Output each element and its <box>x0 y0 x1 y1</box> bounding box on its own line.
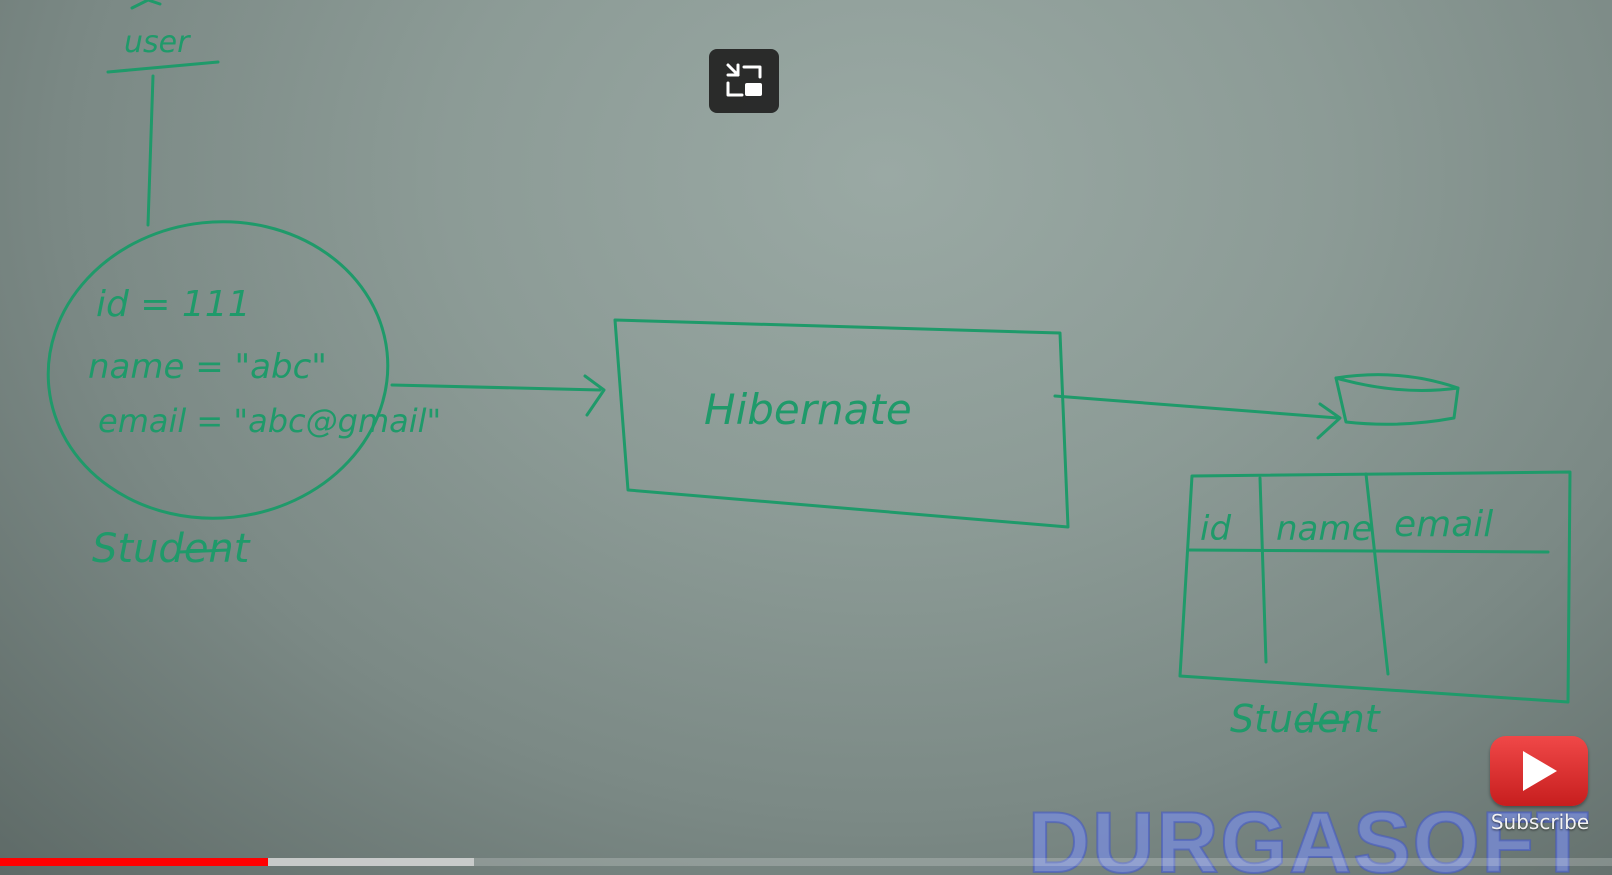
table-col-name: name <box>1276 509 1372 549</box>
video-player[interactable]: user id = 111 name = "abc" email = "abc@… <box>0 0 1612 875</box>
object-field-name: name = "abc" <box>88 347 327 387</box>
user-arrow-tip <box>130 0 162 10</box>
table-header-line <box>1186 548 1550 554</box>
exit-fullscreen-icon <box>726 63 762 97</box>
arrow-hibernate-to-db <box>1053 394 1340 420</box>
exit-fullscreen-button[interactable] <box>709 49 779 113</box>
subscribe-label: Subscribe <box>1490 810 1590 834</box>
object-caption: Student <box>92 526 251 572</box>
arrow-object-to-hibernate <box>390 383 602 392</box>
table-caption: Student <box>1230 697 1382 741</box>
middleware-label: Hibernate <box>704 385 912 434</box>
arrow-head-1 <box>583 374 606 417</box>
play-icon <box>1523 751 1557 791</box>
object-field-id: id = 111 <box>96 284 251 325</box>
subscribe-button[interactable]: Subscribe <box>1490 736 1590 834</box>
progress-played <box>0 858 268 866</box>
table-col-1 <box>1258 476 1268 664</box>
user-label: user <box>124 25 191 60</box>
progress-bar[interactable] <box>0 858 1612 866</box>
arrow-head-2 <box>1316 402 1342 440</box>
subscribe-logo <box>1490 736 1588 806</box>
user-stem <box>146 74 155 227</box>
user-underline <box>106 60 220 74</box>
table-outline <box>1178 470 1572 704</box>
table-col-email: email <box>1394 504 1493 545</box>
table-col-2 <box>1364 472 1390 676</box>
video-frame: user id = 111 name = "abc" email = "abc@… <box>46 0 1572 741</box>
db-cylinder-top <box>1334 376 1460 392</box>
table-col-id: id <box>1200 509 1231 549</box>
object-field-email: email = "abc@gmail" <box>98 402 441 440</box>
